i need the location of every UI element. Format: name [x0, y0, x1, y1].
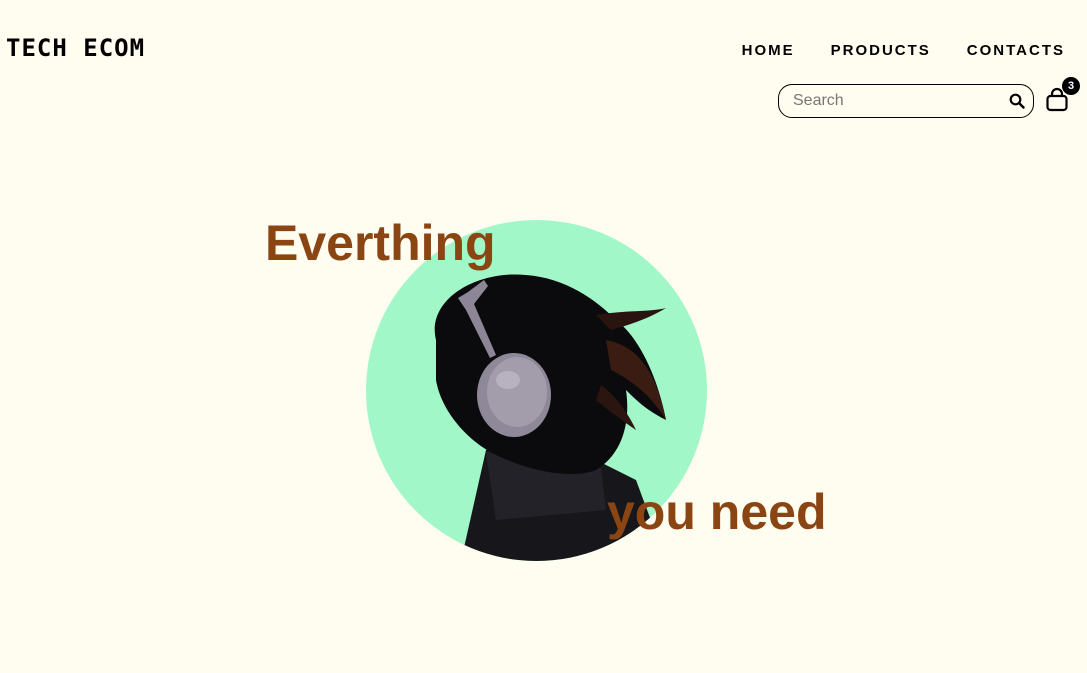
nav-item-home[interactable]: HOME — [742, 42, 795, 59]
main-nav: HOME PRODUCTS CONTACTS — [742, 42, 1065, 59]
nav-item-contacts[interactable]: CONTACTS — [967, 42, 1065, 59]
brand-logo[interactable]: TECH ECOM — [6, 34, 145, 62]
nav-item-products[interactable]: PRODUCTS — [831, 42, 931, 59]
search-box — [778, 84, 1034, 118]
search-icon[interactable] — [1009, 93, 1025, 109]
search-input[interactable] — [793, 89, 993, 113]
hero-headline-line-2: you need — [607, 484, 827, 540]
cart-count-badge: 3 — [1062, 77, 1080, 95]
hero-headline-line-1: Everthing — [265, 215, 496, 271]
